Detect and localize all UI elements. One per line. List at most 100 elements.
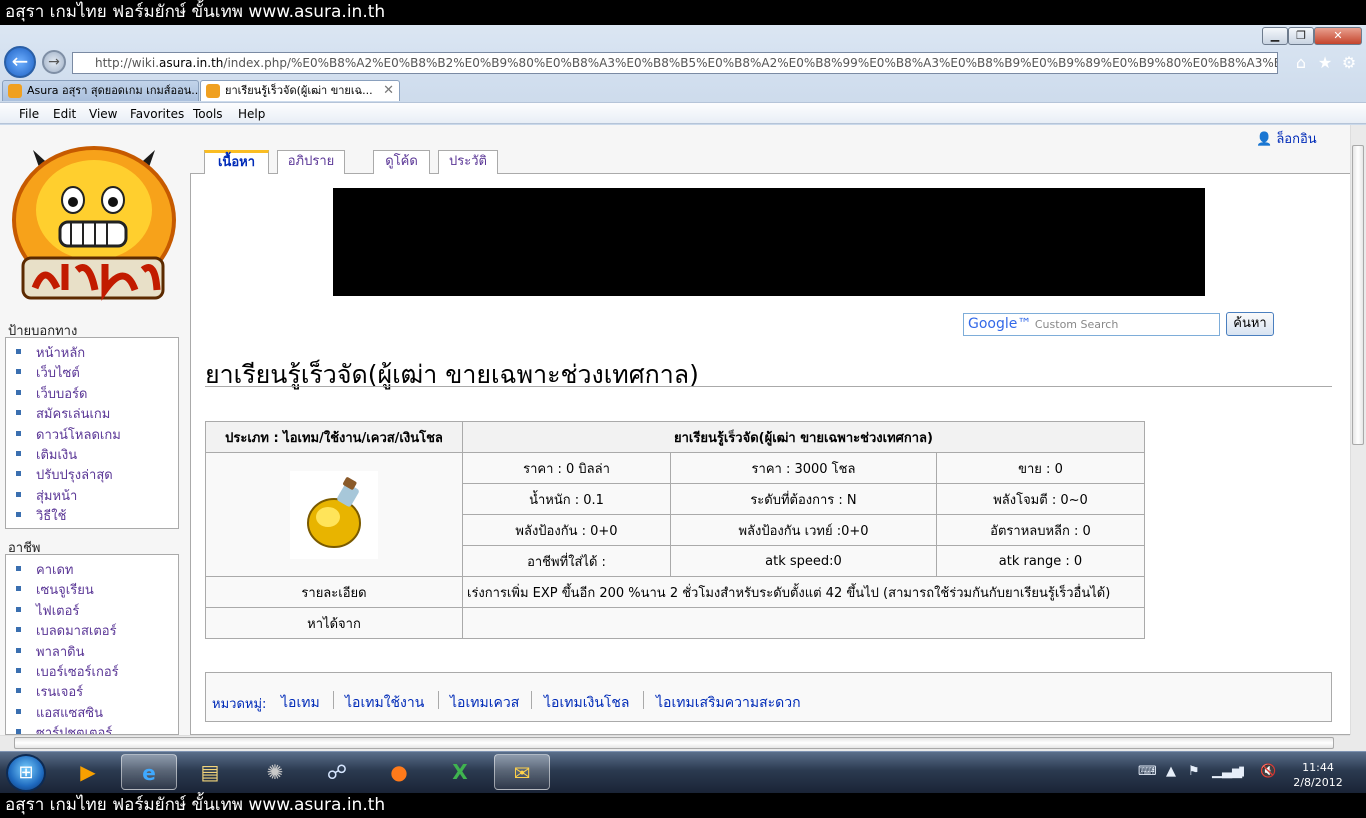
category-separator	[531, 691, 532, 709]
menu-file[interactable]: File	[19, 105, 39, 123]
category-link-convenience[interactable]: ไอเทมเสริมความสะดวก	[656, 692, 801, 714]
keyboard-icon[interactable]: ⌨	[1138, 764, 1157, 779]
sidebar-item-cadet[interactable]: คาเดท	[16, 559, 178, 579]
user-icon: 👤	[1256, 132, 1273, 147]
sidebar-item-fighter[interactable]: ไฟเตอร์	[16, 600, 178, 620]
banner-top: อสุรา เกมไทย ฟอร์มยักษ์ ขั้นเทพ www.asur…	[0, 0, 1366, 25]
file-explorer-icon[interactable]: ▤	[182, 754, 238, 790]
system-clock[interactable]: 11:44 2/8/2012	[1290, 760, 1346, 790]
stat-cell: ระดับที่ต้องการ : N	[670, 483, 937, 515]
clock-time: 11:44	[1302, 761, 1334, 774]
scroll-corner	[1350, 735, 1366, 751]
sidebar-item-berserker[interactable]: เบอร์เซอร์เกอร์	[16, 661, 178, 681]
stat-cell: atk range : 0	[936, 545, 1145, 577]
class-portlet: คาเดท เซนจูเรียน ไฟเตอร์ เบลดมาสเตอร์ พา…	[5, 554, 179, 735]
category-link-usable[interactable]: ไอเทมใช้งาน	[345, 692, 424, 714]
maximize-button[interactable]: ❐	[1288, 27, 1314, 45]
sidebar-item-download[interactable]: ดาวน์โหลดเกม	[16, 424, 178, 444]
search-button[interactable]: ค้นหา	[1226, 312, 1274, 336]
sidebar-item-webboard[interactable]: เว็บบอร์ด	[16, 383, 178, 403]
stat-cell: ราคา : 0 บิลล่า	[462, 452, 671, 484]
action-center-flag-icon[interactable]: ⚑	[1188, 764, 1200, 779]
login-link[interactable]: 👤 ล็อกอิน	[1256, 128, 1317, 149]
sidebar-item-topup[interactable]: เติมเงิน	[16, 444, 178, 464]
sidebar-item-main[interactable]: หน้าหลัก	[16, 342, 178, 362]
browser-tab-item[interactable]: ยาเรียนรู้เร็วจัด(ผู้เฒ่า ขายเฉ... ✕	[200, 80, 400, 101]
source-label-cell: หาได้จาก	[205, 607, 463, 639]
sidebar-item-centurion[interactable]: เซนจูเรียน	[16, 579, 178, 599]
search-input[interactable]: Google™ Custom Search	[963, 313, 1220, 336]
battery-icon[interactable]: ▮	[1238, 764, 1245, 779]
back-button[interactable]: ←	[4, 46, 36, 78]
stat-cell: อาชีพที่ใส่ได้ :	[462, 545, 671, 577]
asura-favicon-icon	[206, 84, 220, 98]
sidebar-item-register[interactable]: สมัครเล่นเกม	[16, 403, 178, 423]
vertical-scroll-thumb[interactable]	[1352, 145, 1364, 445]
home-icon[interactable]: ⌂	[1292, 54, 1310, 72]
forward-button[interactable]: →	[42, 50, 66, 74]
stat-cell: ขาย : 0	[936, 452, 1145, 484]
horizontal-scroll-thumb[interactable]	[14, 737, 1334, 749]
sidebar-item-sharpshooter[interactable]: ซาร์ปชูตเตอร์	[16, 722, 178, 734]
stat-cell: อัตราหลบหลีก : 0	[936, 514, 1145, 546]
category-link-item[interactable]: ไอเทม	[281, 692, 320, 714]
sidebar-item-recent-changes[interactable]: ปรับปรุงล่าสุด	[16, 464, 178, 484]
volume-muted-icon[interactable]: 🔇	[1260, 764, 1276, 779]
tab-discussion[interactable]: อภิปราย	[277, 150, 345, 174]
excel-icon[interactable]: X	[432, 754, 488, 790]
network-app-icon[interactable]: ☍	[309, 754, 365, 790]
category-link-soul[interactable]: ไอเทมเงินโชล	[544, 692, 629, 714]
url-rest: /index.php/%E0%B8%A2%E0%B8%B2%E0%B9%80%E…	[223, 56, 1278, 70]
tab-history[interactable]: ประวัติ	[438, 150, 498, 174]
tab-view-source[interactable]: ดูโค้ด	[373, 150, 430, 174]
menu-view[interactable]: View	[89, 105, 117, 123]
tab-content[interactable]: เนื้อหา	[204, 150, 269, 174]
asura-logo[interactable]	[5, 130, 183, 310]
sidebar-item-assassin[interactable]: แอสแซสซิน	[16, 702, 178, 722]
category-link-quest[interactable]: ไอเทมเควส	[450, 692, 519, 714]
table-row: หาได้จาก	[205, 607, 1145, 639]
address-bar[interactable]: http://wiki.asura.in.th/index.php/%E0%B8…	[72, 52, 1278, 74]
mail-app-icon[interactable]: ✉	[494, 754, 550, 790]
start-button[interactable]: ⊞	[6, 754, 46, 792]
game-launcher-icon[interactable]: ✺	[247, 754, 303, 790]
item-type-cell: ประเภท : ไอเทม/ใช้งาน/เควส/เงินโชล	[205, 421, 463, 453]
menu-favorites[interactable]: Favorites	[130, 105, 184, 123]
show-hidden-icons-icon[interactable]: ▲	[1166, 764, 1176, 779]
sidebar-item-website[interactable]: เว็บไซต์	[16, 362, 178, 382]
login-label: ล็อกอิน	[1276, 132, 1317, 147]
url-prefix: http://wiki.	[95, 56, 160, 70]
banner-bottom: อสุรา เกมไทย ฟอร์มยักษ์ ขั้นเทพ www.asur…	[0, 793, 1366, 818]
google-brand: Google™	[968, 316, 1032, 332]
nav-portlet: หน้าหลัก เว็บไซต์ เว็บบอร์ด สมัครเล่นเกม…	[5, 337, 179, 529]
sidebar-item-help[interactable]: วิธีใช้	[16, 505, 178, 525]
browser-tab-asura[interactable]: Asura อสุรา สุดยอดเกม เกมส์ออน...	[2, 80, 199, 101]
stat-cell: พลังป้องกัน เวทย์ :0+0	[670, 514, 937, 546]
sidebar-item-ranger[interactable]: เรนเจอร์	[16, 681, 178, 701]
category-label[interactable]: หมวดหมู่:	[212, 693, 266, 714]
title-divider	[205, 386, 1332, 387]
close-tab-icon[interactable]: ✕	[383, 81, 394, 101]
sidebar-item-paladin[interactable]: พาลาดิน	[16, 641, 178, 661]
gear-icon[interactable]: ⚙	[1340, 54, 1358, 72]
clock-date: 2/8/2012	[1293, 776, 1343, 789]
internet-explorer-icon[interactable]: e	[121, 754, 177, 790]
media-player-icon[interactable]: ▶	[60, 754, 116, 790]
table-row: ราคา : 0 บิลล่า ราคา : 3000 โชล ขาย : 0	[205, 452, 1145, 577]
menu-edit[interactable]: Edit	[53, 105, 76, 123]
ad-banner[interactable]	[333, 188, 1205, 296]
category-separator	[643, 691, 644, 709]
stat-cell: น้ำหนัก : 0.1	[462, 483, 671, 515]
favorites-star-icon[interactable]: ★	[1316, 54, 1334, 72]
firefox-icon[interactable]: ●	[371, 754, 427, 790]
minimize-button[interactable]: ▁	[1262, 27, 1288, 45]
sidebar-item-blademaster[interactable]: เบลดมาสเตอร์	[16, 620, 178, 640]
menu-help[interactable]: Help	[238, 105, 265, 123]
search-placeholder: Custom Search	[1034, 318, 1119, 331]
sidebar-item-random[interactable]: สุ่มหน้า	[16, 485, 178, 505]
menu-tools[interactable]: Tools	[193, 105, 223, 123]
close-window-button[interactable]: ✕	[1314, 27, 1362, 45]
url-host: asura.in.th	[159, 56, 224, 70]
table-row: รายละเอียด เร่งการเพิ่ม EXP ขึ้นอีก 200 …	[205, 576, 1145, 608]
item-name-cell: ยาเรียนรู้เร็วจัด(ผู้เฒ่า ขายเฉพาะช่วงเท…	[462, 421, 1145, 453]
